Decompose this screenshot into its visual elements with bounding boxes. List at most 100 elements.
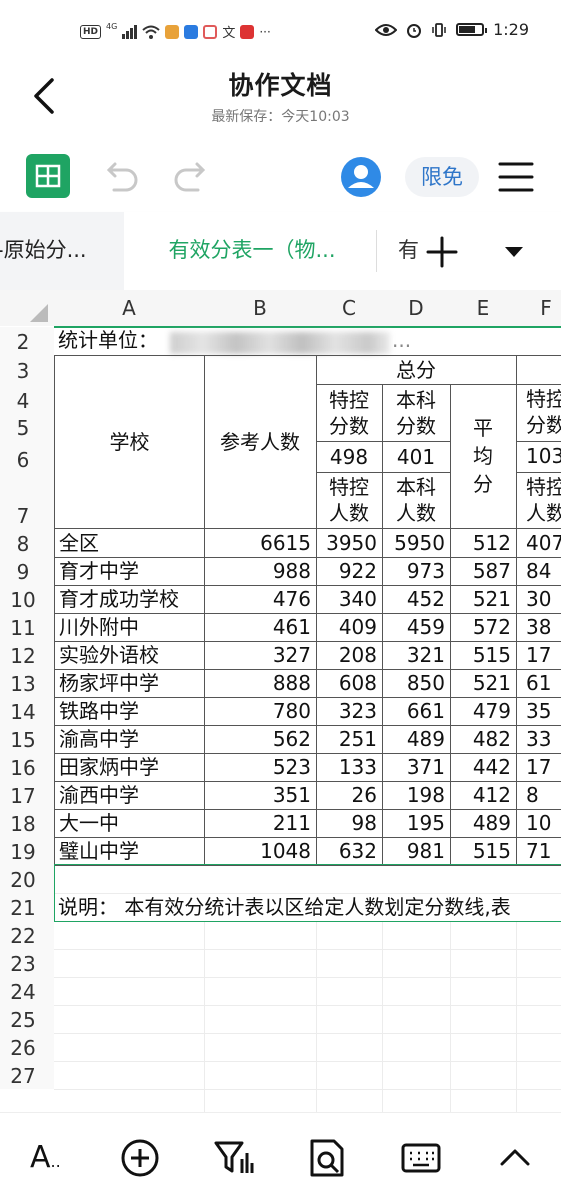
row-header[interactable]: 24 xyxy=(0,977,54,1005)
average-cell[interactable]: 489 xyxy=(450,809,517,838)
column-f-cell[interactable]: 84 xyxy=(516,557,561,586)
tab-original-scores[interactable]: -原始分... xyxy=(0,212,124,290)
examinees-cell[interactable]: 6615 xyxy=(204,529,317,558)
column-header-c[interactable]: C xyxy=(316,290,383,328)
school-cell[interactable]: 渝西中学 xyxy=(54,781,205,810)
special-count-cell[interactable]: 409 xyxy=(316,613,383,642)
row-header[interactable]: 6 xyxy=(0,441,54,473)
row-header[interactable]: 9 xyxy=(0,557,54,585)
row-header[interactable]: 15 xyxy=(0,725,54,753)
examinees-cell[interactable]: 780 xyxy=(204,697,317,726)
row-header[interactable]: 11 xyxy=(0,613,54,641)
undergrad-count-cell[interactable]: 321 xyxy=(382,641,451,670)
undergrad-count-cell[interactable]: 5950 xyxy=(382,529,451,558)
filter-icon[interactable] xyxy=(212,1137,254,1179)
undergrad-count-cell[interactable]: 198 xyxy=(382,781,451,810)
row-header[interactable]: 4 xyxy=(0,384,54,414)
row-header[interactable]: 25 xyxy=(0,1005,54,1033)
special-count-cell[interactable]: 251 xyxy=(316,725,383,754)
average-cell[interactable]: 521 xyxy=(450,669,517,698)
column-header-a[interactable]: A xyxy=(54,290,205,328)
examinees-cell[interactable]: 523 xyxy=(204,753,317,782)
examinees-cell[interactable]: 211 xyxy=(204,809,317,838)
row-header[interactable]: 7 xyxy=(0,473,54,529)
special-count-cell[interactable]: 26 xyxy=(316,781,383,810)
row-header[interactable]: 8 xyxy=(0,529,54,557)
hamburger-menu-icon[interactable] xyxy=(496,158,536,196)
row-header[interactable]: 19 xyxy=(0,837,54,865)
examinees-cell[interactable]: 351 xyxy=(204,781,317,810)
school-cell[interactable]: 大一中 xyxy=(54,809,205,838)
row-header[interactable]: 22 xyxy=(0,921,54,949)
column-header-f[interactable]: F xyxy=(516,290,561,328)
school-cell[interactable]: 育才成功学校 xyxy=(54,585,205,614)
row-header[interactable]: 14 xyxy=(0,697,54,725)
find-icon[interactable] xyxy=(306,1137,348,1179)
row-header[interactable]: 21 xyxy=(0,893,54,921)
examinees-cell[interactable]: 461 xyxy=(204,613,317,642)
row-header[interactable]: 18 xyxy=(0,809,54,837)
row-header[interactable]: 3 xyxy=(0,355,54,384)
tab-effective-score-table[interactable]: 有效分表一（物... xyxy=(136,212,368,290)
column-header-b[interactable]: B xyxy=(204,290,317,328)
average-cell[interactable]: 515 xyxy=(450,837,517,866)
average-cell[interactable]: 482 xyxy=(450,725,517,754)
examinees-cell[interactable]: 988 xyxy=(204,557,317,586)
examinees-cell[interactable]: 1048 xyxy=(204,837,317,866)
school-cell[interactable]: 川外附中 xyxy=(54,613,205,642)
special-count-cell[interactable]: 3950 xyxy=(316,529,383,558)
average-cell[interactable]: 412 xyxy=(450,781,517,810)
keyboard-icon[interactable] xyxy=(400,1137,442,1179)
plus-icon[interactable] xyxy=(422,232,462,272)
row-header[interactable]: 10 xyxy=(0,585,54,613)
user-avatar-icon[interactable] xyxy=(340,156,382,198)
column-f-cell[interactable]: 30 xyxy=(516,585,561,614)
row-header[interactable]: 2 xyxy=(0,327,54,355)
column-f-cell[interactable]: 38 xyxy=(516,613,561,642)
column-f-cell[interactable]: 35 xyxy=(516,697,561,726)
special-count-cell[interactable]: 208 xyxy=(316,641,383,670)
insert-plus-icon[interactable] xyxy=(119,1137,161,1179)
spreadsheet-grid[interactable]: A B C D E F 2 3 4 5 6 7 8 9 10 11 12 13 14 15 16 17 18 19… xyxy=(0,290,561,1112)
row-header[interactable]: 13 xyxy=(0,669,54,697)
examinees-cell[interactable]: 476 xyxy=(204,585,317,614)
text-format-icon[interactable]: A.. xyxy=(30,1137,72,1179)
average-cell[interactable]: 479 xyxy=(450,697,517,726)
school-cell[interactable]: 田家炳中学 xyxy=(54,753,205,782)
row-header[interactable]: 27 xyxy=(0,1061,54,1089)
row-header[interactable]: 23 xyxy=(0,949,54,977)
undergrad-count-cell[interactable]: 371 xyxy=(382,753,451,782)
column-f-cell[interactable]: 10 xyxy=(516,809,561,838)
undergrad-count-cell[interactable]: 973 xyxy=(382,557,451,586)
row-header[interactable]: 20 xyxy=(0,865,54,893)
average-cell[interactable]: 512 xyxy=(450,529,517,558)
average-cell[interactable]: 587 xyxy=(450,557,517,586)
redo-icon[interactable] xyxy=(170,158,210,198)
undergrad-count-cell[interactable]: 195 xyxy=(382,809,451,838)
school-cell[interactable]: 杨家坪中学 xyxy=(54,669,205,698)
tab-next-sheet[interactable]: 有 xyxy=(398,212,418,290)
column-f-cell[interactable]: 17 xyxy=(516,753,561,782)
row-header[interactable]: 5 xyxy=(0,414,54,441)
special-count-cell[interactable]: 133 xyxy=(316,753,383,782)
row-header[interactable]: 17 xyxy=(0,781,54,809)
school-cell[interactable]: 璧山中学 xyxy=(54,837,205,866)
school-cell[interactable]: 育才中学 xyxy=(54,557,205,586)
school-cell[interactable]: 实验外语校 xyxy=(54,641,205,670)
collapse-chevron-icon[interactable] xyxy=(494,1137,536,1179)
average-cell[interactable]: 515 xyxy=(450,641,517,670)
undergrad-count-cell[interactable]: 981 xyxy=(382,837,451,866)
average-cell[interactable]: 572 xyxy=(450,613,517,642)
undo-icon[interactable] xyxy=(102,158,142,198)
column-header-e[interactable]: E xyxy=(450,290,517,328)
column-f-cell[interactable]: 17 xyxy=(516,641,561,670)
undergrad-count-cell[interactable]: 661 xyxy=(382,697,451,726)
average-cell[interactable]: 442 xyxy=(450,753,517,782)
special-count-cell[interactable]: 922 xyxy=(316,557,383,586)
dropdown-triangle-icon[interactable] xyxy=(496,234,532,270)
special-count-cell[interactable]: 98 xyxy=(316,809,383,838)
column-f-cell[interactable]: 33 xyxy=(516,725,561,754)
school-cell[interactable]: 渝高中学 xyxy=(54,725,205,754)
examinees-cell[interactable]: 327 xyxy=(204,641,317,670)
free-trial-badge[interactable]: 限免 xyxy=(405,157,479,197)
